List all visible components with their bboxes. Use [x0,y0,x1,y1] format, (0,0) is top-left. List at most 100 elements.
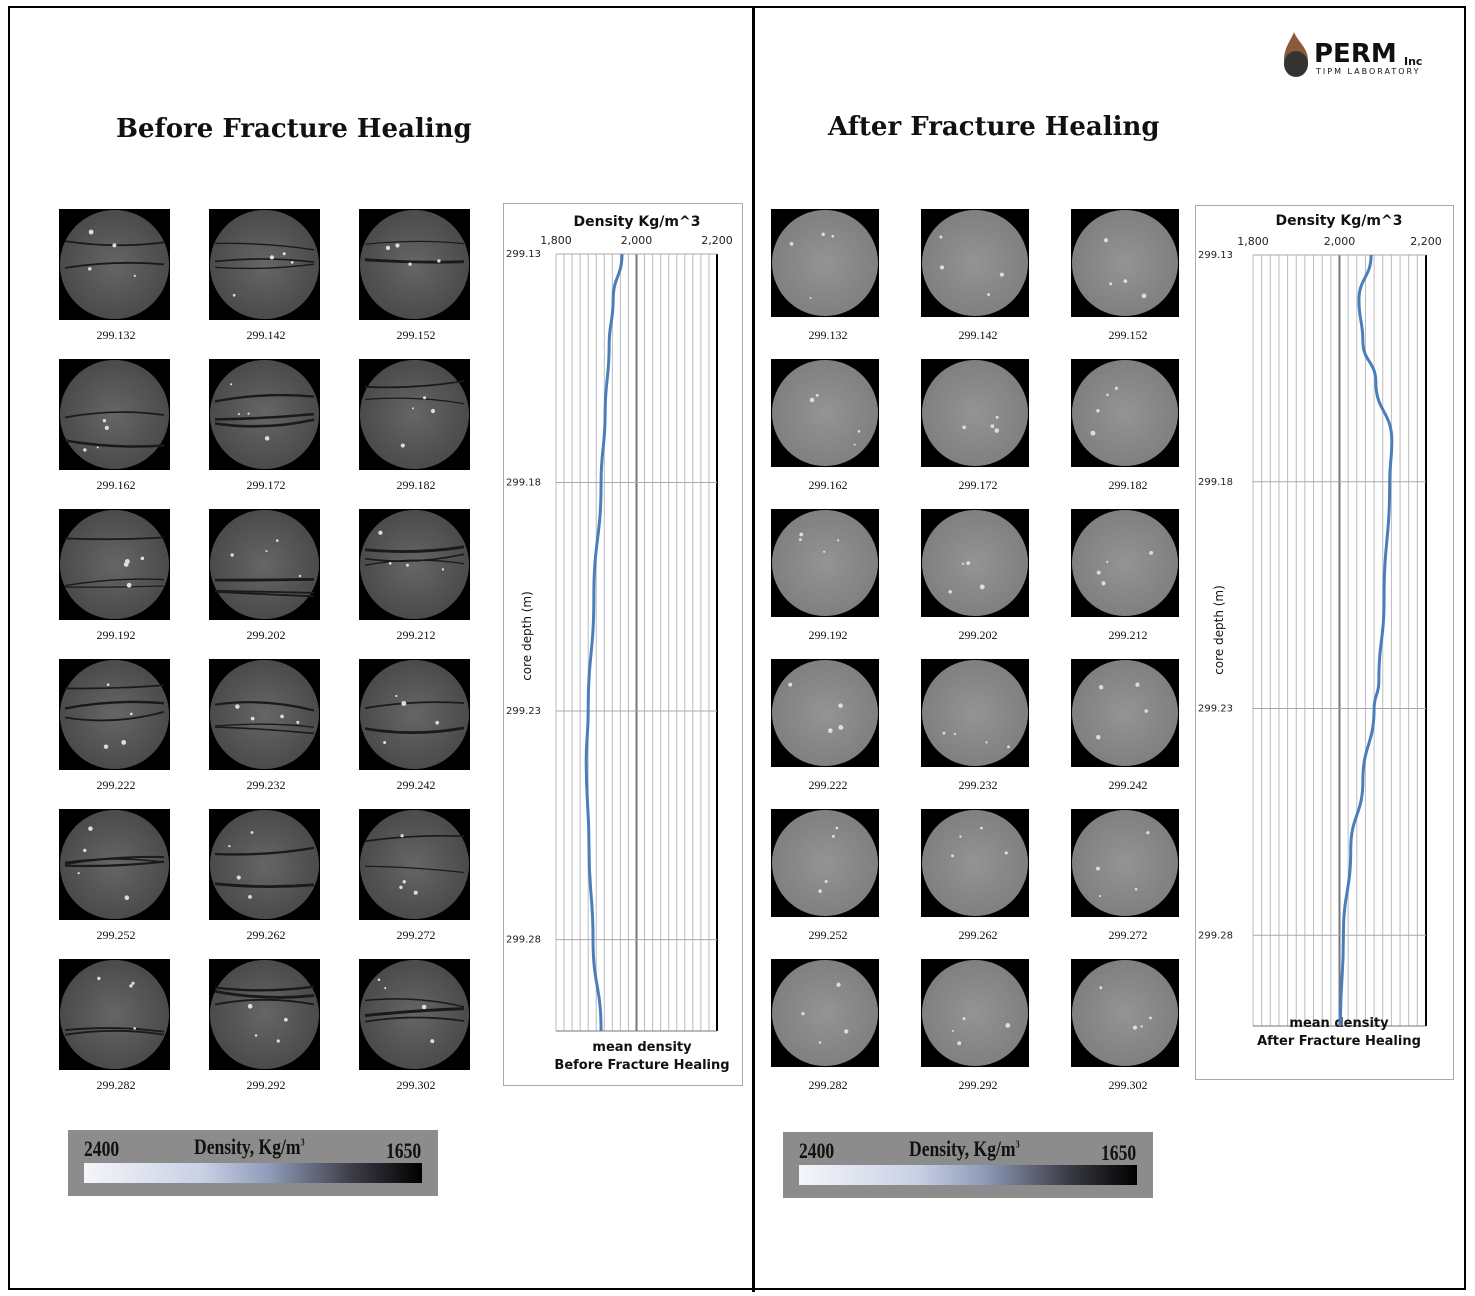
perm-logo: PERM Inc TIPM LABORATORY [1284,32,1422,77]
ct-slice-image [771,959,879,1067]
ct-slice-depth-label: 299.282 [808,1078,848,1092]
ct-slice-image [921,959,1029,1067]
ct-slice-depth-label: 299.292 [246,1078,286,1092]
ct-slice-depth-label: 299.152 [396,328,436,342]
y-tick-label: 299.28 [506,935,541,946]
x-tick-label: 1,800 [1237,235,1269,248]
colorbar-min: 1650 [1101,1140,1137,1165]
panel-divider [752,6,755,1292]
y-tick-label: 299.23 [1198,704,1233,715]
ct-slice-image [1071,209,1179,317]
x-tick-label: 2,200 [701,234,733,247]
ct-slice-image [921,659,1029,767]
colorbar-max: 2400 [84,1136,120,1161]
ct-slice-image [359,209,470,320]
x-axis-sublabel: After Fracture Healing [1257,1034,1421,1049]
ct-slice-depth-label: 299.272 [396,928,436,942]
ct-slice-image [1071,659,1179,767]
ct-slice-depth-label: 299.252 [96,928,136,942]
ct-slice-image [59,659,170,770]
ct-slice-image [359,509,470,620]
ct-slice-image [921,509,1029,617]
ct-slice-image [359,809,470,920]
ct-slice-depth-label: 299.192 [96,628,136,642]
ct-slice-depth-label: 299.302 [396,1078,436,1092]
ct-slice-image [209,959,320,1070]
ct-slice-image [1071,959,1179,1067]
ct-slice-depth-label: 299.252 [808,928,848,942]
density-chart-before: 299.13 299.18 299.23 299.28 1,800 2,000 2,200 D… [503,203,743,1086]
x-axis-label: mean density [592,1040,692,1055]
ct-slice-depth-label: 299.202 [958,628,998,642]
ct-slice-depth-label: 299.242 [396,778,436,792]
chart-title: Density Kg/m^3 [1276,213,1403,229]
colorbar-min: 1650 [386,1138,422,1163]
ct-slice-depth-label: 299.222 [96,778,136,792]
svg-text:PERM: PERM [1314,39,1397,69]
x-axis-sublabel: Before Fracture Healing [554,1058,729,1073]
y-tick-label: 299.23 [506,706,541,717]
ct-slice-image [59,359,170,470]
y-tick-label: 299.13 [1198,250,1233,261]
ct-slice-depth-label: 299.262 [958,928,998,942]
x-tick-label: 2,000 [621,234,653,247]
ct-slice-image [59,209,170,320]
ct-slice-depth-label: 299.162 [808,478,848,492]
ct-slice-depth-label: 299.152 [1108,328,1148,342]
ct-slice-image [771,509,879,617]
ct-slice-image [771,359,879,467]
ct-slice-image [921,359,1029,467]
ct-slice-depth-label: 299.162 [96,478,136,492]
ct-slice-depth-label: 299.202 [246,628,286,642]
ct-slice-depth-label: 299.142 [246,328,286,342]
ct-slice-image [359,659,470,770]
ct-slice-image [59,959,170,1070]
ct-slice-depth-label: 299.212 [396,628,436,642]
y-axis-label: core depth (m) [520,591,534,681]
colorbar-gradient [799,1165,1137,1185]
ct-slice-image [771,209,879,317]
x-tick-label: 2,000 [1324,235,1356,248]
y-axis-label: core depth (m) [1212,585,1226,675]
ct-slice-depth-label: 299.302 [1108,1078,1148,1092]
ct-slice-image [209,809,320,920]
svg-text:TIPM LABORATORY: TIPM LABORATORY [1315,67,1420,76]
ct-slice-image [359,959,470,1070]
ct-slice-image [59,809,170,920]
ct-slice-image [1071,509,1179,617]
x-tick-label: 2,200 [1410,235,1442,248]
ct-slice-image [59,509,170,620]
ct-slice-depth-label: 299.232 [958,778,998,792]
chart-title: Density Kg/m^3 [574,214,701,230]
ct-slice-image [359,359,470,470]
ct-slice-depth-label: 299.232 [246,778,286,792]
y-tick-label: 299.28 [1198,930,1233,941]
panel-title-before: Before Fracture Healing [116,114,472,144]
ct-slice-image [209,209,320,320]
y-tick-label: 299.13 [506,249,541,260]
y-tick-label: 299.18 [506,478,541,489]
ct-slice-depth-label: 299.292 [958,1078,998,1092]
colorbar-gradient [84,1163,422,1183]
ct-slice-image [771,659,879,767]
ct-slice-image [209,359,320,470]
density-chart-after: 299.13 299.18 299.23 299.28 1,800 2,000 2,200 D… [1195,205,1454,1080]
ct-slice-image [1071,359,1179,467]
density-colorbar-after: 2400 Density, Kg/m3 1650 [783,1132,1153,1198]
ct-slice-depth-label: 299.142 [958,328,998,342]
ct-slice-depth-label: 299.132 [808,328,848,342]
colorbar-label: Density, Kg/m3 [909,1136,1020,1161]
x-tick-label: 1,800 [540,234,572,247]
ct-slice-depth-label: 299.272 [1108,928,1148,942]
ct-slice-depth-label: 299.282 [96,1078,136,1092]
y-tick-label: 299.18 [1198,477,1233,488]
ct-slice-depth-label: 299.222 [808,778,848,792]
ct-slice-depth-label: 299.172 [958,478,998,492]
ct-slice-depth-label: 299.132 [96,328,136,342]
panel-title-after: After Fracture Healing [828,112,1160,142]
colorbar-max: 2400 [799,1138,835,1163]
ct-slice-depth-label: 299.182 [396,478,436,492]
ct-slice-image [771,809,879,917]
ct-slice-image [209,659,320,770]
ct-slice-depth-label: 299.262 [246,928,286,942]
